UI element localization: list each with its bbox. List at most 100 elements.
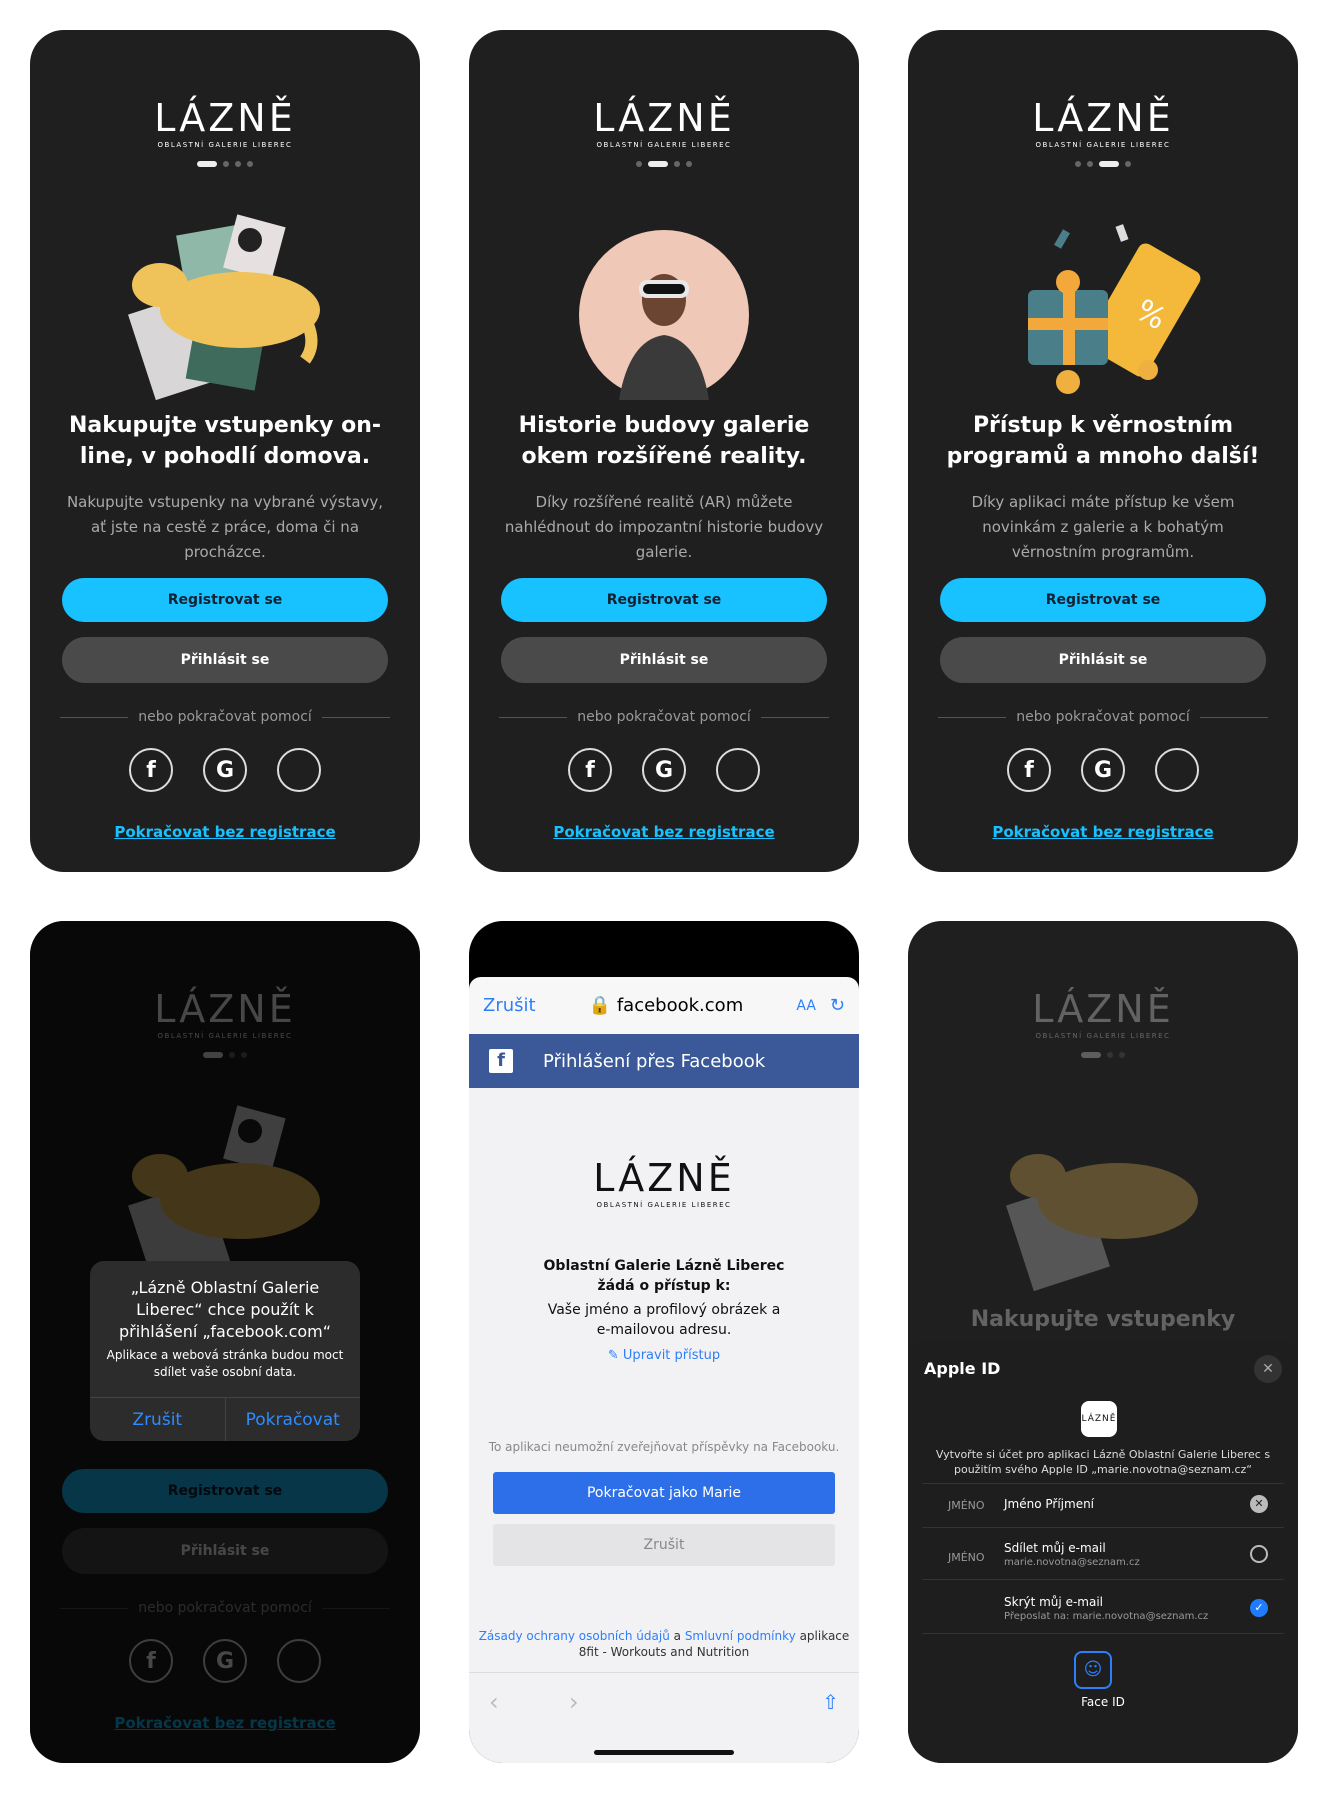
slide-title: Nakupujte vstupenky on-line, v pohodlí d… xyxy=(68,413,382,469)
name-value[interactable]: Jméno Příjmení xyxy=(1004,1497,1094,1511)
facebook-login-screen: Zrušit 🔒 facebook.com AA ↻ f Přihlášení … xyxy=(469,921,859,1763)
social-divider-text: nebo pokračovat pomocí xyxy=(138,709,312,725)
page-dot xyxy=(235,161,241,167)
app-icon: LÁZNĚ xyxy=(1081,1401,1117,1437)
share-email-radio[interactable] xyxy=(1250,1545,1268,1563)
facebook-cancel-button[interactable]: Zrušit xyxy=(493,1524,835,1566)
cat-illustration xyxy=(1006,1119,1198,1292)
skip-registration-link[interactable]: Pokračovat bez registrace xyxy=(30,823,420,841)
brand-name: LÁZNĚ xyxy=(593,96,735,140)
edit-access-label: Upravit přístup xyxy=(622,1348,721,1363)
page-dot xyxy=(674,161,680,167)
brand-logo: LÁZNĚ OBLASTNÍ GALERIE LIBEREC xyxy=(469,98,859,149)
clear-name-icon[interactable]: ✕ xyxy=(1250,1495,1268,1513)
login-button[interactable]: Přihlásit se xyxy=(501,637,827,683)
share-icon[interactable]: ⇧ xyxy=(822,1690,839,1714)
skip-registration-link[interactable]: Pokračovat bez registrace xyxy=(469,823,859,841)
social-divider: nebo pokračovat pomocí xyxy=(938,707,1268,727)
brand-name: LÁZNĚ xyxy=(593,1156,735,1200)
brand-logo: LÁZNĚ OBLASTNÍ GALERIE LIBEREC xyxy=(908,98,1298,149)
apple-icon[interactable] xyxy=(716,748,760,792)
google-icon[interactable]: G xyxy=(642,748,686,792)
checkmark-icon[interactable]: ✓ xyxy=(1250,1599,1268,1617)
facebook-permission-alert-screen: LÁZNĚ OBLASTNÍ GALERIE LIBEREC Registrov… xyxy=(30,921,420,1763)
page-dot xyxy=(1107,1052,1113,1058)
cat-illustration xyxy=(128,214,320,401)
page-indicator xyxy=(908,1052,1298,1058)
terms-conjunction: a xyxy=(673,1629,681,1643)
continue-as-button[interactable]: Pokračovat jako Marie xyxy=(493,1472,835,1514)
page-dot-active xyxy=(197,161,217,167)
ar-user-illustration xyxy=(579,230,749,400)
brand-logo: LÁZNĚ OBLASTNÍ GALERIE LIBEREC xyxy=(469,1158,859,1209)
alert-message: Aplikace a webová stránka budou moct sdí… xyxy=(106,1348,344,1379)
face-id-icon: ☺ xyxy=(1074,1651,1112,1689)
request-title: Oblastní Galerie Lázně Liberec žádá o př… xyxy=(543,1258,785,1294)
slide-description: Nakupujte vstupenky na vybrané výstavy, … xyxy=(66,493,384,561)
page-dot xyxy=(1119,1052,1125,1058)
page-dot xyxy=(1075,161,1081,167)
privacy-policy-link[interactable]: Zásady ochrany osobních údajů xyxy=(479,1629,670,1643)
brand-logo: LÁZNĚ OBLASTNÍ GALERIE LIBEREC xyxy=(30,98,420,149)
page-dot xyxy=(1125,161,1131,167)
register-button[interactable]: Registrovat se xyxy=(501,578,827,622)
social-login-row: f G xyxy=(30,748,420,792)
alert-cancel-button[interactable]: Zrušit xyxy=(90,1398,225,1441)
skip-registration-link[interactable]: Pokračovat bez registrace xyxy=(908,823,1298,841)
page-dot xyxy=(247,161,253,167)
terms-link[interactable]: Smluvní podmínky xyxy=(685,1629,796,1643)
slide-title: Historie budovy galerie okem rozšířené r… xyxy=(518,413,810,469)
google-icon[interactable]: G xyxy=(203,748,247,792)
reload-icon[interactable]: ↻ xyxy=(830,995,845,1016)
facebook-logo-icon: f xyxy=(489,1049,513,1073)
address-bar[interactable]: 🔒 facebook.com xyxy=(536,995,797,1016)
close-icon[interactable]: ✕ xyxy=(1254,1355,1282,1383)
alert-continue-button[interactable]: Pokračovat xyxy=(224,1398,361,1441)
share-email-address: marie.novotna@seznam.cz xyxy=(1004,1557,1140,1568)
page-indicator xyxy=(30,161,420,167)
back-arrow-icon[interactable]: ‹ xyxy=(489,1688,499,1716)
sheet-title: Apple ID xyxy=(924,1359,1001,1378)
edit-icon: ✎ xyxy=(607,1348,623,1363)
facebook-header-title: Přihlášení přes Facebook xyxy=(543,1050,766,1072)
forward-arrow-icon[interactable]: › xyxy=(569,1688,579,1716)
apple-icon[interactable] xyxy=(1155,748,1199,792)
permission-alert: „Lázně Oblastní Galerie Liberec“ chce po… xyxy=(90,1261,360,1441)
register-button[interactable]: Registrovat se xyxy=(62,578,388,622)
brand-subtitle: OBLASTNÍ GALERIE LIBEREC xyxy=(596,1201,732,1209)
page-indicator xyxy=(908,161,1298,167)
social-divider-text: nebo pokračovat pomocí xyxy=(1016,709,1190,725)
brand-name: LÁZNĚ xyxy=(1032,96,1174,140)
sheet-intro: Vytvořte si účet pro aplikaci Lázně Obla… xyxy=(935,1448,1271,1476)
facebook-icon[interactable]: f xyxy=(129,748,173,792)
browser-cancel-button[interactable]: Zrušit xyxy=(483,995,536,1016)
login-button[interactable]: Přihlásit se xyxy=(62,637,388,683)
page-dot xyxy=(223,161,229,167)
text-size-button[interactable]: AA xyxy=(796,998,816,1014)
lock-icon: 🔒 xyxy=(588,995,612,1016)
home-indicator xyxy=(594,1750,734,1755)
slide-title: Přístup k věrnostním programů a mnoho da… xyxy=(946,413,1260,469)
browser-domain: facebook.com xyxy=(616,995,744,1016)
page-dot xyxy=(686,161,692,167)
slide-description: Díky rozšířené realitě (AR) můžete nahlé… xyxy=(504,493,824,561)
apple-icon[interactable] xyxy=(277,748,321,792)
onboarding-screen-3: LÁZNĚ OBLASTNÍ GALERIE LIBEREC % Přístup… xyxy=(908,30,1298,872)
brand-logo: LÁZNĚ OBLASTNÍ GALERIE LIBEREC xyxy=(908,989,1298,1040)
gift-ticket-illustration: % xyxy=(1028,224,1201,394)
hide-email-option[interactable]: Skrýt můj e-mail xyxy=(1004,1595,1103,1609)
apple-id-sheet: Apple ID ✕ LÁZNĚ Vytvořte si účet pro ap… xyxy=(908,1341,1298,1763)
apple-id-sheet-screen: LÁZNĚ OBLASTNÍ GALERIE LIBEREC Nakupujte… xyxy=(908,921,1298,1763)
google-icon[interactable]: G xyxy=(1081,748,1125,792)
facebook-icon[interactable]: f xyxy=(568,748,612,792)
register-button[interactable]: Registrovat se xyxy=(940,578,1266,622)
share-email-option[interactable]: Sdílet můj e-mail xyxy=(1004,1541,1106,1555)
social-divider-text: nebo pokračovat pomocí xyxy=(577,709,751,725)
brand-subtitle: OBLASTNÍ GALERIE LIBEREC xyxy=(596,141,732,149)
background-slide-title: Nakupujte vstupenky xyxy=(970,1307,1236,1332)
edit-access-link[interactable]: ✎ Upravit přístup xyxy=(469,1348,859,1363)
facebook-icon[interactable]: f xyxy=(1007,748,1051,792)
login-button[interactable]: Přihlásit se xyxy=(940,637,1266,683)
brand-subtitle: OBLASTNÍ GALERIE LIBEREC xyxy=(157,141,293,149)
face-id-label: Face ID xyxy=(1081,1695,1125,1709)
